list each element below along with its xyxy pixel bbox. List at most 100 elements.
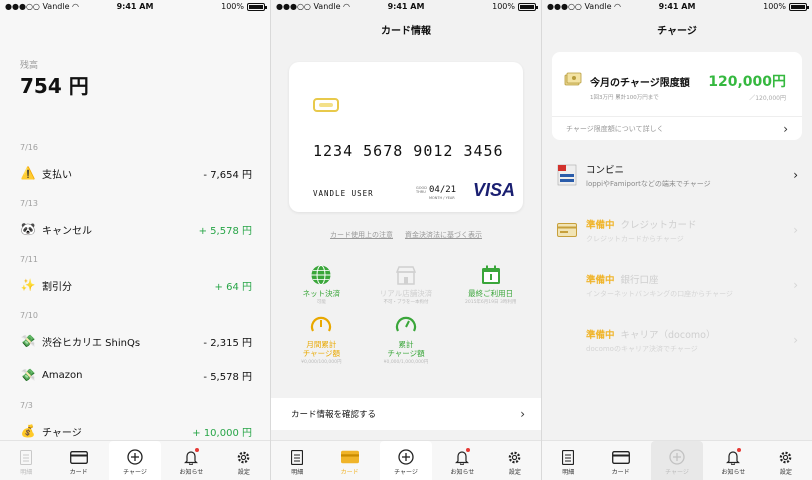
option-sub: docomoのキャリア決済でチャージ: [586, 344, 698, 353]
transaction-name: チャージ: [42, 427, 82, 439]
plus-circle-icon: [668, 449, 686, 465]
tab-label: チャージ: [123, 469, 147, 476]
battery-icon: [789, 2, 809, 11]
tab-notice[interactable]: お知らせ: [165, 441, 217, 480]
charge-option-convenience[interactable]: コンビニ loppiやFamiportなどの端末でチャージ ›: [542, 148, 812, 202]
tab-card[interactable]: カード: [323, 441, 375, 480]
confirm-card-info-row[interactable]: カード情報を確認する ›: [271, 398, 541, 430]
charge-option-bank: 準備中 銀行口座 インターネットバンキングの口座からチャージ ›: [542, 258, 812, 312]
info-links: カード使用上の注意 資金決済法に基づく表示: [271, 230, 541, 240]
bank-icon: [556, 274, 578, 296]
tab-label: お知らせ: [721, 469, 746, 476]
tab-settings[interactable]: 設定: [760, 441, 812, 480]
charge-limit-details-label: チャージ限度額について詳しく: [566, 124, 664, 133]
charge-limit-title: 今月のチャージ限度額: [590, 78, 690, 89]
feature-label: ネット決済: [302, 289, 341, 298]
tab-statement[interactable]: 明細: [271, 441, 323, 480]
chevron-right-icon: ›: [783, 121, 788, 136]
feature-sub: 2015年6月19日 3時利用: [464, 300, 517, 305]
money-icon: 💸: [20, 334, 36, 348]
option-title: コンビニ: [586, 164, 625, 176]
moneybag-icon: 💰: [20, 424, 36, 438]
pending-badge: 準備中: [586, 329, 615, 341]
transaction-name: 支払い: [42, 169, 72, 181]
tab-label: 設定: [508, 469, 521, 476]
battery-icon: [518, 2, 538, 11]
charge-option-credit-card: 準備中 クレジットカード クレジットカードからチャージ ›: [542, 203, 812, 257]
tab-notice[interactable]: お知らせ: [707, 441, 759, 480]
charge-limit-value: 120,000円: [708, 74, 786, 90]
tab-charge[interactable]: チャージ: [108, 441, 162, 480]
tab-charge[interactable]: チャージ: [379, 441, 433, 480]
cancel-icon: 🐼: [20, 222, 36, 236]
battery-indicator: 100%: [221, 2, 267, 11]
feature-label: 最終ご利用日: [468, 289, 514, 298]
feature-store-payment: リアル店舗決済 不可・ブラを一本拘付: [364, 264, 449, 305]
option-sub: loppiやFamiportなどの端末でチャージ: [586, 179, 711, 188]
tab-label: お知らせ: [179, 469, 204, 476]
transaction-date: 7/3: [20, 401, 33, 410]
feature-label: リアル店舗決済: [379, 289, 433, 298]
calendar-icon: [480, 264, 502, 286]
plus-circle-icon: [126, 449, 144, 465]
transaction-date: 7/11: [20, 255, 38, 264]
tab-settings[interactable]: 設定: [489, 441, 541, 480]
tab-label: カード: [611, 469, 630, 476]
tab-statement[interactable]: 明細: [0, 441, 52, 480]
tab-label: カード: [69, 469, 88, 476]
money-icon: [564, 72, 582, 88]
transaction-amount: - 5,578 円: [203, 371, 252, 383]
tab-card[interactable]: カード: [594, 441, 646, 480]
transaction-name: Amazon: [42, 369, 83, 381]
transaction-row[interactable]: ✨ 割引分 + 64 円: [0, 268, 270, 302]
carrier-icon: [556, 329, 578, 351]
card-expiry: 04/21: [429, 185, 457, 195]
statement-screen: ●●●○○ Vandle ◠ 9:41 AM 100% 残高 754 円 7/1…: [0, 0, 270, 480]
feature-label: 月間累計 チャージ額: [302, 340, 340, 358]
charge-limit-max: ／120,000円: [749, 95, 786, 102]
transaction-row[interactable]: 🐼 キャンセル + 5,578 円: [0, 212, 270, 246]
charge-screen: ●●●○○ Vandle ◠ 9:41 AM 100% チャージ 今月のチャージ…: [542, 0, 812, 480]
plus-circle-icon: [397, 449, 415, 465]
card-holder: VANDLE USER: [313, 189, 374, 198]
pending-badge: 準備中: [586, 219, 615, 231]
pending-badge: 準備中: [586, 274, 615, 286]
chevron-right-icon: ›: [793, 333, 798, 347]
legal-notice-link[interactable]: 資金決済法に基づく表示: [405, 230, 482, 240]
feature-monthly-charge: 月間累計 チャージ額 ¥0,000/100,000円: [279, 315, 364, 365]
card-number: 1234 5678 9012 3456: [313, 142, 504, 160]
card-chip-icon: [313, 98, 339, 112]
tab-statement[interactable]: 明細: [542, 441, 594, 480]
charge-limit-card: 今月のチャージ限度額 120,000円 1回3万円 累計100万円まで ／120…: [552, 52, 802, 140]
option-sub: クレジットカードからチャージ: [586, 234, 684, 243]
virtual-card: 1234 5678 9012 3456 VANDLE USER GOOD THRU…: [289, 62, 523, 212]
usage-notes-link[interactable]: カード使用上の注意: [330, 230, 393, 240]
transaction-row[interactable]: 💸 Amazon - 5,578 円: [0, 358, 270, 392]
document-icon: [559, 449, 577, 465]
money-icon: 💸: [20, 368, 36, 382]
transaction-list: 7/16 ⚠️ 支払い - 7,654 円 7/13 🐼 キャンセル + 5,578 円 7/1…: [0, 140, 270, 454]
tab-notice[interactable]: お知らせ: [436, 441, 488, 480]
battery-icon: [247, 2, 267, 11]
transaction-row[interactable]: ⚠️ 支払い - 7,654 円: [0, 156, 270, 190]
tab-settings[interactable]: 設定: [218, 441, 270, 480]
tab-charge[interactable]: チャージ: [650, 441, 704, 480]
status-bar: ●●●○○ Vandle ◠ 9:41 AM 100%: [0, 0, 270, 14]
transaction-row[interactable]: 💸 渋谷ヒカリエ ShinQs - 2,315 円: [0, 324, 270, 358]
card-icon: [611, 449, 630, 465]
transaction-date: 7/13: [20, 199, 38, 208]
card-info-screen: ●●●○○ Vandle ◠ 9:41 AM 100% カード情報 1234 5…: [271, 0, 541, 480]
store-icon: [395, 264, 417, 286]
notification-badge: [194, 448, 199, 452]
charge-limit-details-link[interactable]: チャージ限度額について詳しく ›: [552, 116, 802, 140]
battery-indicator: 100%: [492, 2, 538, 11]
visa-logo: VISA: [472, 180, 515, 200]
chevron-right-icon: ›: [793, 278, 798, 292]
transaction-date: 7/10: [20, 311, 38, 320]
gear-icon: [235, 449, 253, 465]
confirm-card-info-label: カード情報を確認する: [291, 410, 377, 420]
tab-card[interactable]: カード: [52, 441, 104, 480]
document-icon: [17, 449, 35, 465]
transaction-name: 割引分: [42, 281, 72, 293]
tab-label: 明細: [562, 469, 575, 476]
